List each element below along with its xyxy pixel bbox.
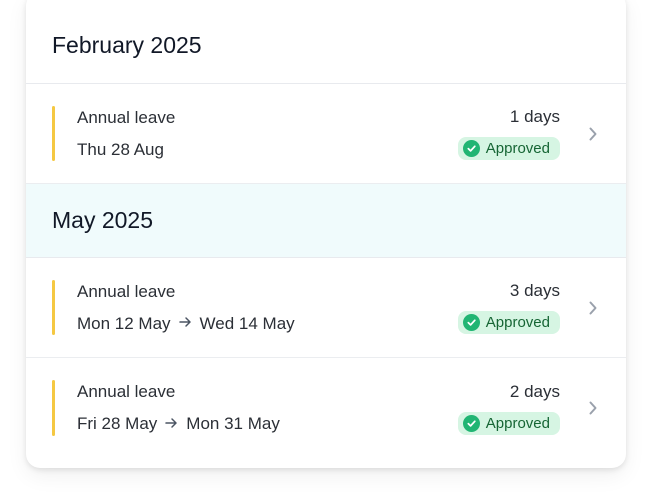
- leave-start-date: Thu 28 Aug: [77, 139, 164, 159]
- check-circle-icon: [462, 140, 480, 157]
- leave-summary: 2 days Approved: [457, 381, 560, 435]
- chevron-right-icon[interactable]: [586, 126, 600, 142]
- leave-summary: 1 days Approved: [457, 107, 560, 160]
- arrow-right-icon: [165, 416, 178, 433]
- month-header: May 2025: [26, 184, 626, 258]
- chevron-right-icon[interactable]: [586, 300, 600, 316]
- check-circle-icon: [462, 314, 480, 331]
- month-title: February 2025: [52, 32, 202, 58]
- leave-details: Annual leave Fri 28 May Mon 31 May: [52, 382, 458, 434]
- leave-type-accent-bar: [52, 380, 55, 436]
- leave-request-row[interactable]: Annual leave Mon 12 May Wed 14 May 3 day…: [26, 258, 626, 358]
- leave-type-accent-bar: [52, 280, 55, 335]
- chevron-right-icon[interactable]: [586, 400, 600, 416]
- leave-details: Annual leave Mon 12 May Wed 14 May: [52, 282, 458, 334]
- leave-end-date: Wed 14 May: [199, 313, 295, 333]
- leave-start-date: Mon 12 May: [77, 313, 171, 333]
- check-circle-icon: [462, 414, 480, 432]
- leave-dates: Mon 12 May Wed 14 May: [77, 314, 458, 334]
- leave-summary: 3 days Approved: [457, 281, 560, 334]
- leave-duration: 3 days: [509, 281, 560, 300]
- leave-type-label: Annual leave: [77, 382, 176, 401]
- leave-type-label: Annual leave: [77, 107, 176, 127]
- leave-dates: Fri 28 May Mon 31 May: [77, 414, 458, 434]
- month-header: February 2025: [26, 0, 626, 84]
- status-label: Approved: [485, 414, 550, 432]
- leave-type-accent-bar: [52, 106, 55, 161]
- leave-type-label: Annual leave: [77, 281, 176, 301]
- arrow-right-icon: [178, 315, 192, 332]
- leave-duration: 2 days: [509, 381, 560, 401]
- leave-dates: Thu 28 Aug: [77, 140, 458, 160]
- leave-end-date: Mon 31 May: [186, 414, 280, 433]
- month-title: May 2025: [52, 207, 154, 233]
- status-label: Approved: [485, 140, 550, 157]
- leave-start-date: Fri 28 May: [77, 414, 158, 433]
- status-badge: Approved: [457, 311, 560, 334]
- leave-request-row[interactable]: Annual leave Thu 28 Aug 1 days Approved: [26, 84, 626, 184]
- leave-duration: 1 days: [509, 107, 560, 126]
- status-badge: Approved: [457, 411, 560, 435]
- leave-request-row[interactable]: Annual leave Fri 28 May Mon 31 May 2 day…: [26, 358, 626, 458]
- leave-list-card: February 2025 Annual leave Thu 28 Aug 1 …: [26, 0, 626, 468]
- leave-details: Annual leave Thu 28 Aug: [52, 108, 458, 160]
- status-label: Approved: [485, 314, 550, 331]
- status-badge: Approved: [457, 137, 560, 160]
